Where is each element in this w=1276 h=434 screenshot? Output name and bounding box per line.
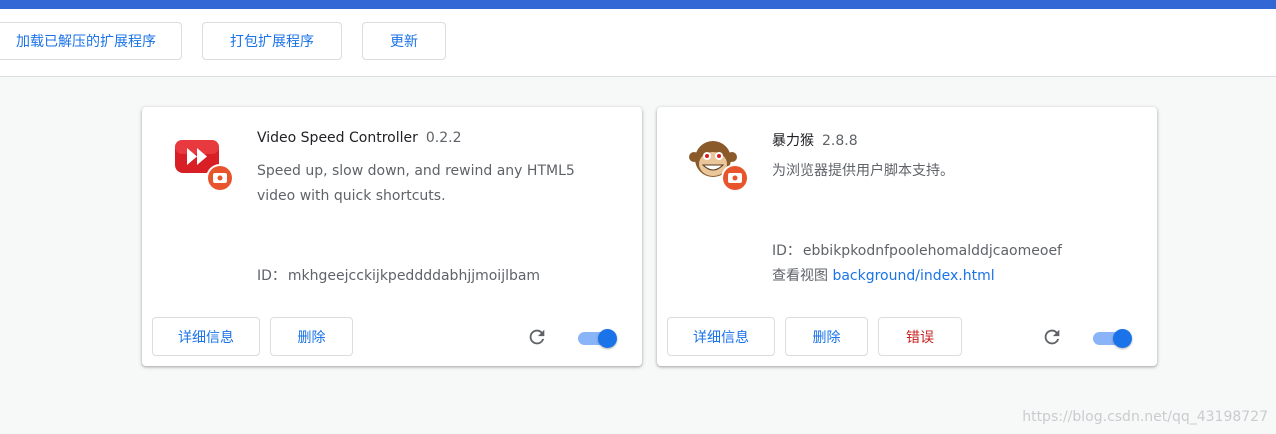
extension-description: Speed up, slow down, and rewind any HTML… [257, 163, 575, 204]
extension-id-line: ID： ebbikpkodnfpoolehomalddjcaomeoef [772, 240, 1062, 260]
video-speed-controller-icon [175, 140, 234, 192]
top-accent-bar [0, 0, 1276, 9]
enable-toggle[interactable] [576, 329, 617, 348]
errors-button[interactable]: 错误 [878, 317, 962, 356]
id-label: ID： [772, 243, 801, 259]
extension-description: 为浏览器提供用户脚本支持。 [772, 163, 954, 179]
extension-id: mkhgeejcckijkpeddddabhjjmoijlbam [287, 268, 541, 284]
pack-extension-button[interactable]: 打包扩展程序 [202, 22, 342, 60]
id-label: ID： [257, 268, 286, 284]
violentmonkey-icon [689, 141, 749, 192]
load-unpacked-button[interactable]: 加载已解压的扩展程序 [0, 22, 182, 60]
watermark-text: https://blog.csdn.net/qq_43198727 [1022, 409, 1268, 425]
inspect-view-link[interactable]: background/index.html [832, 268, 994, 284]
extension-name: Video Speed Controller [257, 130, 418, 146]
inspect-views-label: 查看视图 [772, 268, 828, 284]
remove-button[interactable]: 删除 [785, 317, 868, 356]
extension-name: 暴力猴 [772, 133, 814, 149]
extension-version: 2.8.8 [822, 133, 858, 149]
extension-card-video-speed-controller: Video Speed Controller 0.2.2 Speed up, sl… [142, 107, 642, 366]
reload-icon[interactable] [526, 326, 548, 348]
extensions-toolbar: 加载已解压的扩展程序 打包扩展程序 更新 [0, 9, 1276, 77]
update-button[interactable]: 更新 [362, 22, 446, 60]
enable-toggle[interactable] [1091, 329, 1132, 348]
remove-button[interactable]: 删除 [270, 317, 353, 356]
details-button[interactable]: 详细信息 [152, 317, 260, 356]
extension-card-violentmonkey: 暴力猴 2.8.8 为浏览器提供用户脚本支持。 ID： ebbikpkodnfpoo… [657, 107, 1157, 366]
extension-id-line: ID： mkhgeejcckijkpeddddabhjjmoijlbam [257, 265, 540, 285]
extension-id: ebbikpkodnfpoolehomalddjcaomeoef [802, 243, 1062, 259]
details-button[interactable]: 详细信息 [667, 317, 775, 356]
extension-version: 0.2.2 [425, 130, 462, 146]
inspect-views-line: 查看视图 background/index.html [772, 265, 995, 285]
reload-icon[interactable] [1041, 326, 1063, 348]
